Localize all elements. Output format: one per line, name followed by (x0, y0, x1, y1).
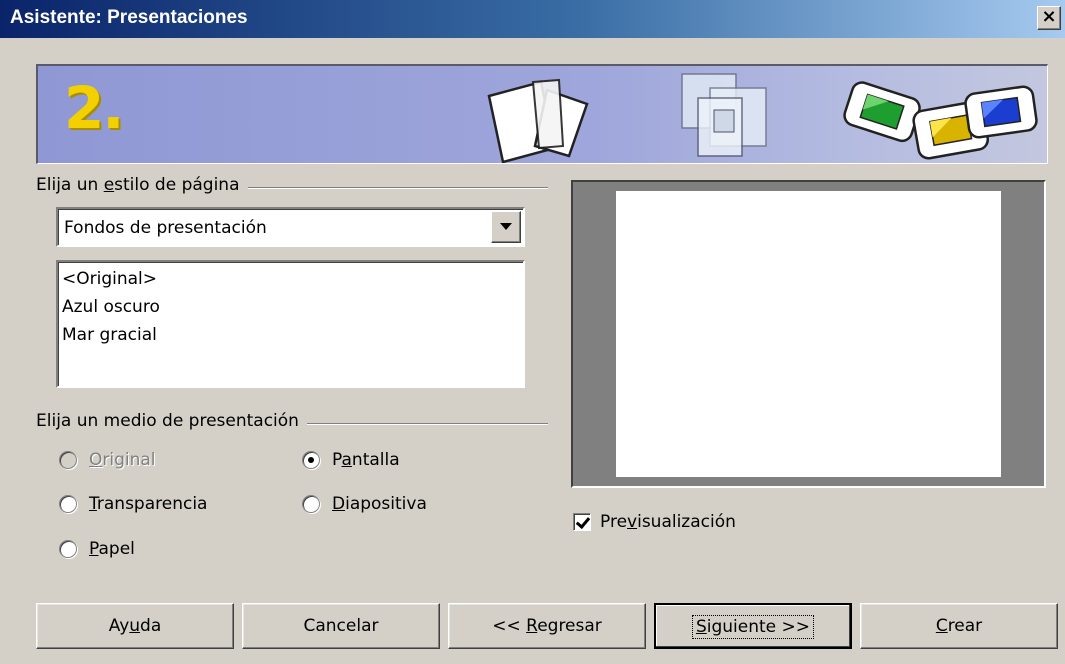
radio-original-label: Original (89, 450, 156, 470)
create-button[interactable]: Crear (860, 603, 1058, 649)
cancel-button[interactable]: Cancelar (242, 603, 440, 649)
radio-original-dot (59, 451, 77, 469)
page-style-group-label: Elija un estilo de página (36, 175, 248, 195)
page-style-dropdown-value: Fondos de presentación (64, 218, 267, 238)
page-style-listbox[interactable]: <Original> Azul oscuro Mar gracial (56, 260, 525, 388)
radio-transparencia-dot (59, 495, 77, 513)
window-title: Asistente: Presentaciones (10, 7, 248, 28)
radio-diapositiva-label: Diapositiva (332, 494, 427, 514)
list-item[interactable]: Azul oscuro (62, 293, 523, 321)
radio-diapositiva-dot (302, 495, 320, 513)
back-button[interactable]: << Regresar (448, 603, 646, 649)
next-button-focus: Siguiente >> (691, 615, 815, 639)
radio-pantalla-dot (302, 451, 320, 469)
radio-papel-label: Papel (89, 539, 135, 559)
next-button[interactable]: Siguiente >> (654, 603, 852, 649)
radio-transparencia-label: Transparencia (89, 494, 208, 514)
radio-diapositiva[interactable]: Diapositiva (302, 494, 462, 518)
preview-pane (571, 180, 1046, 488)
transparency-icon (681, 73, 767, 157)
preview-page (616, 191, 1001, 477)
preview-checkbox[interactable]: Previsualización (573, 512, 773, 536)
step-number: 2. (64, 74, 124, 142)
radio-transparencia[interactable]: Transparencia (59, 494, 239, 518)
page-style-dropdown[interactable]: Fondos de presentación (56, 207, 525, 247)
chevron-down-icon[interactable] (491, 211, 521, 243)
radio-pantalla[interactable]: Pantalla (302, 450, 442, 474)
radio-papel-dot (59, 540, 77, 558)
title-bar: Asistente: Presentaciones × (0, 0, 1065, 38)
preview-checkbox-box[interactable] (573, 513, 591, 531)
radio-papel[interactable]: Papel (59, 539, 169, 563)
wizard-banner: 2. (36, 64, 1048, 164)
output-medium-group-label: Elija un medio de presentación (36, 411, 307, 431)
list-item[interactable]: <Original> (62, 265, 523, 293)
slides-icon (843, 81, 1038, 160)
help-button[interactable]: Ayuda (36, 603, 234, 649)
close-icon: × (1041, 6, 1057, 27)
radio-original[interactable]: Original (59, 450, 199, 474)
list-item[interactable]: Mar gracial (62, 321, 523, 349)
close-button[interactable]: × (1037, 6, 1061, 30)
preview-checkbox-label: Previsualización (600, 512, 736, 532)
radio-pantalla-label: Pantalla (332, 450, 400, 470)
pages-icon (487, 78, 589, 163)
